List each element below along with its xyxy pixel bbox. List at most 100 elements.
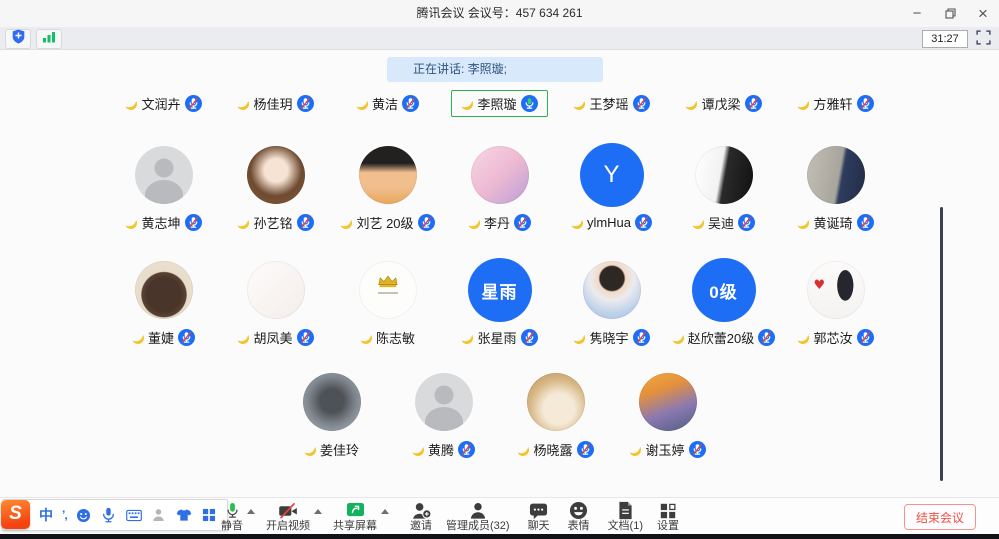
participant-tile[interactable]: 方雅轩 [780, 90, 892, 117]
toolbar-button-settings[interactable]: 设置 [657, 498, 679, 534]
skin-icon[interactable] [176, 507, 192, 523]
participant-tile[interactable]: 黄腾 [388, 373, 500, 463]
toolbar-button-screen-share[interactable]: 共享屏幕 [333, 498, 377, 534]
avatar [135, 261, 193, 319]
toolbar-button-mic-on[interactable]: 静音 [221, 498, 243, 534]
participant-name: 杨佳玥 [253, 94, 292, 113]
banana-icon [797, 216, 811, 230]
participant-tile[interactable]: 杨佳玥 [220, 90, 332, 117]
avatar [639, 373, 697, 431]
expand-arrow-button[interactable] [243, 498, 258, 534]
participant-tile[interactable]: 姜佳玲 [276, 373, 388, 463]
avatar [415, 373, 473, 431]
toolbar-button-emoji[interactable]: 表情 [568, 498, 590, 534]
ime-punctuation-toggle[interactable]: ’, [62, 508, 67, 522]
meeting-timer: 31:27 [922, 30, 968, 48]
avatar [471, 146, 529, 204]
screen-share-icon [346, 501, 365, 520]
participant-name: 隽晓宇 [589, 328, 628, 347]
toolbox-icon[interactable] [201, 507, 217, 523]
participant-name: 方雅轩 [813, 94, 852, 113]
mic-muted-icon [758, 329, 775, 346]
expand-arrow-button[interactable] [377, 498, 392, 534]
toolbar-button-invite[interactable]: 邀请 [410, 498, 432, 534]
banana-icon [797, 97, 811, 111]
participant-tile[interactable]: 刘艺 20级 [332, 146, 444, 236]
avatar [695, 146, 753, 204]
participant-tile[interactable]: ♥ 郭芯汝 [780, 261, 892, 351]
participant-name-line: 胡凤美 [237, 324, 313, 351]
toolbar-button-members[interactable]: 管理成员(32) [446, 498, 510, 534]
expand-arrow-button[interactable] [310, 498, 325, 534]
keyboard-icon[interactable] [126, 507, 142, 523]
toolbar-button-document[interactable]: 文档(1) [608, 498, 643, 534]
participant-tile[interactable]: 黄洁 [332, 90, 444, 117]
participant-tile[interactable]: 李丹 [444, 146, 556, 236]
vertical-scrollbar[interactable] [940, 207, 943, 481]
restore-button[interactable] [942, 6, 958, 22]
participant-tile[interactable]: 谢玉婷 [612, 373, 724, 463]
mic-muted-icon [521, 329, 538, 346]
participant-tile[interactable]: 李照璇 [444, 90, 556, 117]
mic-muted-icon [402, 95, 419, 112]
toolbar-button-label: 设置 [657, 521, 679, 532]
participant-tile[interactable]: 0级 赵欣蕾20级 [668, 261, 780, 351]
speaking-banner: 正在讲话: 李照璇; [387, 57, 603, 82]
participant-tile[interactable]: 孙艺铭 [220, 146, 332, 236]
participant-tile[interactable]: 杨晓露 [500, 373, 612, 463]
network-status-button[interactable] [36, 29, 62, 49]
participant-name-line: 隽晓宇 [573, 324, 649, 351]
participant-name-line: 王梦瑶 [573, 90, 649, 117]
banana-icon [303, 443, 317, 457]
participant-name-line: 李照璇 [451, 90, 547, 117]
banana-icon [237, 216, 251, 230]
participant-tile[interactable]: Y ylmHua [556, 146, 668, 236]
banana-icon [131, 331, 145, 345]
ime-bar[interactable]: S 中 ’, [2, 499, 228, 531]
sogou-logo-icon[interactable]: S [1, 500, 30, 529]
participant-tile[interactable]: 吴迪 [668, 146, 780, 236]
participant-tile[interactable]: 陈志敏 [332, 261, 444, 351]
banana-icon [237, 331, 251, 345]
participant-tile[interactable]: 王梦瑶 [556, 90, 668, 117]
participants-grid: 正在讲话: 李照璇; 文润卉 杨佳玥 黄洁 李照璇 [0, 50, 999, 497]
participant-tile[interactable]: 隽晓宇 [556, 261, 668, 351]
participant-name: 胡凤美 [253, 328, 292, 347]
minimize-button[interactable]: − [909, 6, 925, 22]
fullscreen-icon[interactable] [976, 30, 992, 46]
meeting-toolbar: S 中 ’, 静音 开启视频 共享屏幕 邀请 管理成员(32) 聊天 表情 文档… [0, 497, 999, 534]
participant-tile[interactable]: 黄志坤 [108, 146, 220, 236]
emoji-face-icon[interactable] [76, 507, 92, 523]
participant-name: 郭芯汝 [813, 328, 852, 347]
participant-tile[interactable]: 黄诞琦 [780, 146, 892, 236]
participant-tile[interactable]: 文润卉 [108, 90, 220, 117]
avatar [359, 261, 417, 319]
participant-name-line: 黄腾 [412, 436, 475, 463]
voice-mic-icon[interactable] [101, 507, 117, 523]
banana-icon [355, 97, 369, 111]
participant-tile[interactable]: 星雨 张星雨 [444, 261, 556, 351]
banana-icon [671, 331, 685, 345]
person-icon[interactable] [151, 507, 167, 523]
ime-language-toggle[interactable]: 中 [39, 505, 53, 525]
close-button[interactable]: × [975, 6, 991, 22]
participant-name-line: 姜佳玲 [304, 436, 359, 463]
participant-tile[interactable]: 董婕 [108, 261, 220, 351]
participant-name-line: 赵欣蕾20级 [672, 324, 775, 351]
participant-tile[interactable]: 胡凤美 [220, 261, 332, 351]
meeting-security-button[interactable] [5, 29, 31, 49]
toolbar-button-camera-off[interactable]: 开启视频 [266, 498, 310, 534]
end-meeting-button[interactable]: 结束会议 [904, 504, 976, 530]
toolbar-button-chat[interactable]: 聊天 [528, 498, 550, 534]
participant-name-line: ylmHua [571, 209, 652, 236]
banana-icon [691, 216, 705, 230]
status-subbar: 31:27 [0, 27, 999, 50]
banana-icon [461, 97, 475, 111]
mic-muted-icon [635, 214, 652, 231]
participant-name: 李照璇 [477, 94, 516, 113]
participant-tile[interactable]: 谭戊梁 [668, 90, 780, 117]
mic-muted-icon [185, 95, 202, 112]
mic-muted-icon [689, 441, 706, 458]
avatar [247, 261, 305, 319]
toolbar-button-label: 静音 [221, 521, 243, 532]
